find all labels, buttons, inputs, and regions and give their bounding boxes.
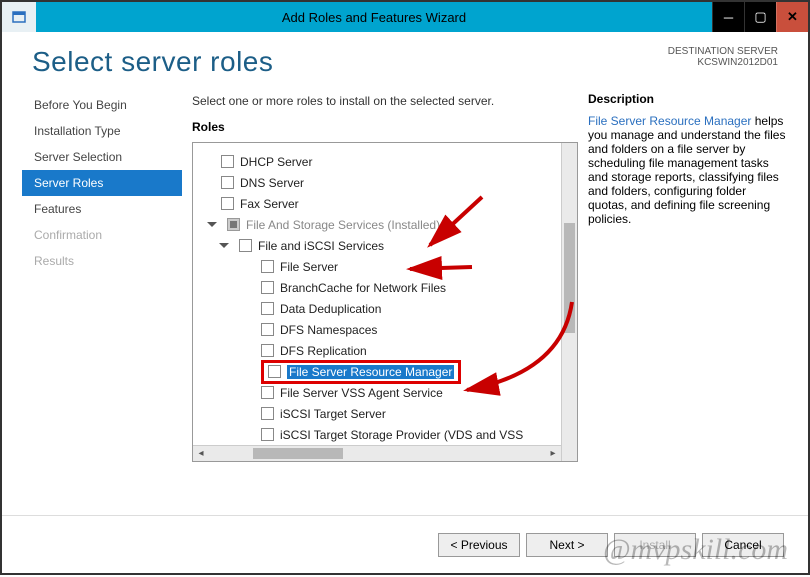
nav-item-installation-type[interactable]: Installation Type [22,118,182,144]
role-label[interactable]: BranchCache for Network Files [280,281,446,295]
watermark: @mvpskill.com [603,533,788,567]
role-label[interactable]: DFS Namespaces [280,323,377,337]
maximize-button[interactable]: ▢ [744,2,776,32]
role-label[interactable]: DFS Replication [280,344,367,358]
app-icon [2,2,36,32]
checkbox[interactable] [221,176,234,189]
role-label[interactable]: File Server Resource Manager [287,365,454,379]
nav-item-server-roles[interactable]: Server Roles [22,170,182,196]
roles-heading: Roles [192,120,578,134]
role-label[interactable]: File Server VSS Agent Service [280,386,443,400]
minimize-button[interactable]: ─ [712,2,744,32]
role-item[interactable]: File Server VSS Agent Service [197,382,557,403]
role-item[interactable]: Fax Server [197,193,557,214]
nav-item-confirmation: Confirmation [22,222,182,248]
role-item[interactable]: DFS Replication [197,340,557,361]
checkbox[interactable] [268,365,281,378]
checkbox[interactable] [261,386,274,399]
checkbox[interactable] [221,155,234,168]
role-item[interactable]: DHCP Server [197,151,557,172]
checkbox [227,218,240,231]
destination-server: DESTINATION SERVER KCSWIN2012D01 [668,46,778,68]
next-button[interactable]: Next > [526,533,608,557]
expander-icon[interactable] [207,222,217,231]
nav-item-server-selection[interactable]: Server Selection [22,144,182,170]
role-item[interactable]: File Server [197,256,557,277]
window-title: Add Roles and Features Wizard [36,10,712,25]
role-label[interactable]: Data Deduplication [280,302,381,316]
checkbox[interactable] [261,260,274,273]
role-item[interactable]: iSCSI Target Server [197,403,557,424]
role-item[interactable]: DNS Server [197,172,557,193]
nav-item-results: Results [22,248,182,274]
role-item[interactable]: iSCSI Target Storage Provider (VDS and V… [197,424,557,445]
role-label: File And Storage Services (Installed) [246,218,440,232]
description-link[interactable]: File Server Resource Manager [588,114,751,128]
checkbox[interactable] [261,407,274,420]
role-item[interactable]: Data Deduplication [197,298,557,319]
role-label[interactable]: DHCP Server [240,155,312,169]
role-item: File And Storage Services (Installed) [197,214,557,235]
checkbox[interactable] [261,281,274,294]
titlebar: Add Roles and Features Wizard ─ ▢ ✕ [2,2,808,32]
checkbox[interactable] [261,302,274,315]
expander-icon[interactable] [219,243,229,252]
previous-button[interactable]: < Previous [438,533,520,557]
description-body: File Server Resource Manager helps you m… [588,114,788,226]
description-heading: Description [588,92,788,106]
nav-item-features[interactable]: Features [22,196,182,222]
horizontal-scrollbar[interactable]: ◂▸ [193,445,561,461]
checkbox[interactable] [261,344,274,357]
role-label[interactable]: File and iSCSI Services [258,239,384,253]
role-item[interactable]: File and iSCSI Services [197,235,557,256]
wizard-nav: Before You BeginInstallation TypeServer … [22,92,182,515]
role-label[interactable]: DNS Server [240,176,304,190]
role-label[interactable]: File Server [280,260,338,274]
nav-item-before-you-begin[interactable]: Before You Begin [22,92,182,118]
intro-text: Select one or more roles to install on t… [192,94,578,108]
checkbox[interactable] [221,197,234,210]
checkbox[interactable] [239,239,252,252]
role-label[interactable]: iSCSI Target Server [280,407,386,421]
checkbox[interactable] [261,323,274,336]
vertical-scrollbar[interactable] [561,143,577,461]
role-item-file-server-resource-manager[interactable]: File Server Resource Manager [197,361,557,382]
page-title: Select server roles [32,46,273,78]
checkbox[interactable] [261,428,274,441]
roles-box: DHCP Server DNS Server Fax Server File And … [192,142,578,462]
role-label[interactable]: iSCSI Target Storage Provider (VDS and V… [280,428,523,442]
role-item[interactable]: BranchCache for Network Files [197,277,557,298]
roles-tree[interactable]: DHCP Server DNS Server Fax Server File And … [193,143,561,461]
role-label[interactable]: Fax Server [240,197,299,211]
close-button[interactable]: ✕ [776,2,808,32]
role-item[interactable]: DFS Namespaces [197,319,557,340]
